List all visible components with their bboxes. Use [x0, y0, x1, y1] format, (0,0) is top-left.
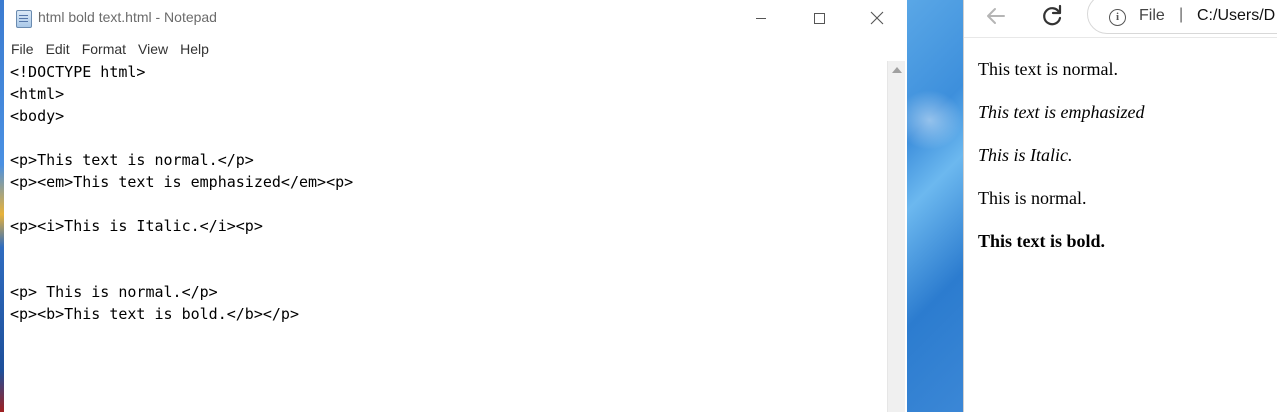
code-line-5: <p>This text is normal.</p> [10, 151, 254, 169]
code-line-6: <p><em>This text is emphasized</em><p> [10, 173, 354, 191]
close-button[interactable] [854, 4, 900, 32]
code-line-11: <p> This is normal.</p> [10, 283, 218, 301]
menu-file[interactable]: File [11, 38, 34, 60]
notepad-titlebar[interactable]: html bold text.html - Notepad [4, 0, 907, 36]
menu-help[interactable]: Help [180, 38, 209, 60]
maximize-button[interactable] [796, 4, 842, 32]
info-icon[interactable]: i [1109, 9, 1126, 26]
vertical-scrollbar[interactable] [887, 61, 905, 412]
paragraph-normal-2: This is normal. [978, 188, 1087, 208]
paragraph-italic: This is Italic. [978, 145, 1073, 165]
address-separator: | [1179, 6, 1184, 23]
desktop-background [907, 0, 963, 412]
back-arrow-icon[interactable] [984, 4, 1008, 28]
reload-icon[interactable] [1039, 3, 1065, 29]
window-title: html bold text.html - Notepad [38, 9, 217, 25]
code-line-1: <!DOCTYPE html> [10, 63, 146, 81]
paragraph-emphasized: This text is emphasized [978, 102, 1145, 122]
page-content: This text is normal. This text is emphas… [964, 37, 1277, 413]
address-scheme: File [1139, 7, 1165, 24]
menu-view[interactable]: View [138, 38, 168, 60]
notepad-window: html bold text.html - Notepad File Edit … [4, 0, 907, 412]
browser-window: i File | C:/Users/D This text is normal.… [963, 0, 1277, 413]
address-bar[interactable]: i File | C:/Users/D [1087, 0, 1277, 34]
text-editor[interactable]: <!DOCTYPE html> <html> <body> <p>This te… [4, 61, 886, 412]
scroll-up-icon[interactable] [892, 67, 902, 73]
paragraph-bold: This text is bold. [978, 231, 1106, 251]
browser-toolbar: i File | C:/Users/D [964, 0, 1277, 36]
minimize-button[interactable] [738, 4, 784, 32]
menu-format[interactable]: Format [82, 38, 126, 60]
menu-edit[interactable]: Edit [46, 38, 70, 60]
code-line-3: <body> [10, 107, 65, 125]
menu-bar: File Edit Format View Help [4, 38, 214, 60]
code-line-8: <p><i>This is Italic.</i><p> [10, 217, 263, 235]
paragraph-normal: This text is normal. [978, 59, 1118, 79]
notepad-app-icon[interactable] [16, 10, 32, 28]
code-line-12: <p><b>This text is bold.</b></p> [10, 305, 299, 323]
close-icon [870, 11, 884, 25]
code-line-2: <html> [10, 85, 65, 103]
address-url[interactable]: C:/Users/D [1197, 7, 1275, 25]
